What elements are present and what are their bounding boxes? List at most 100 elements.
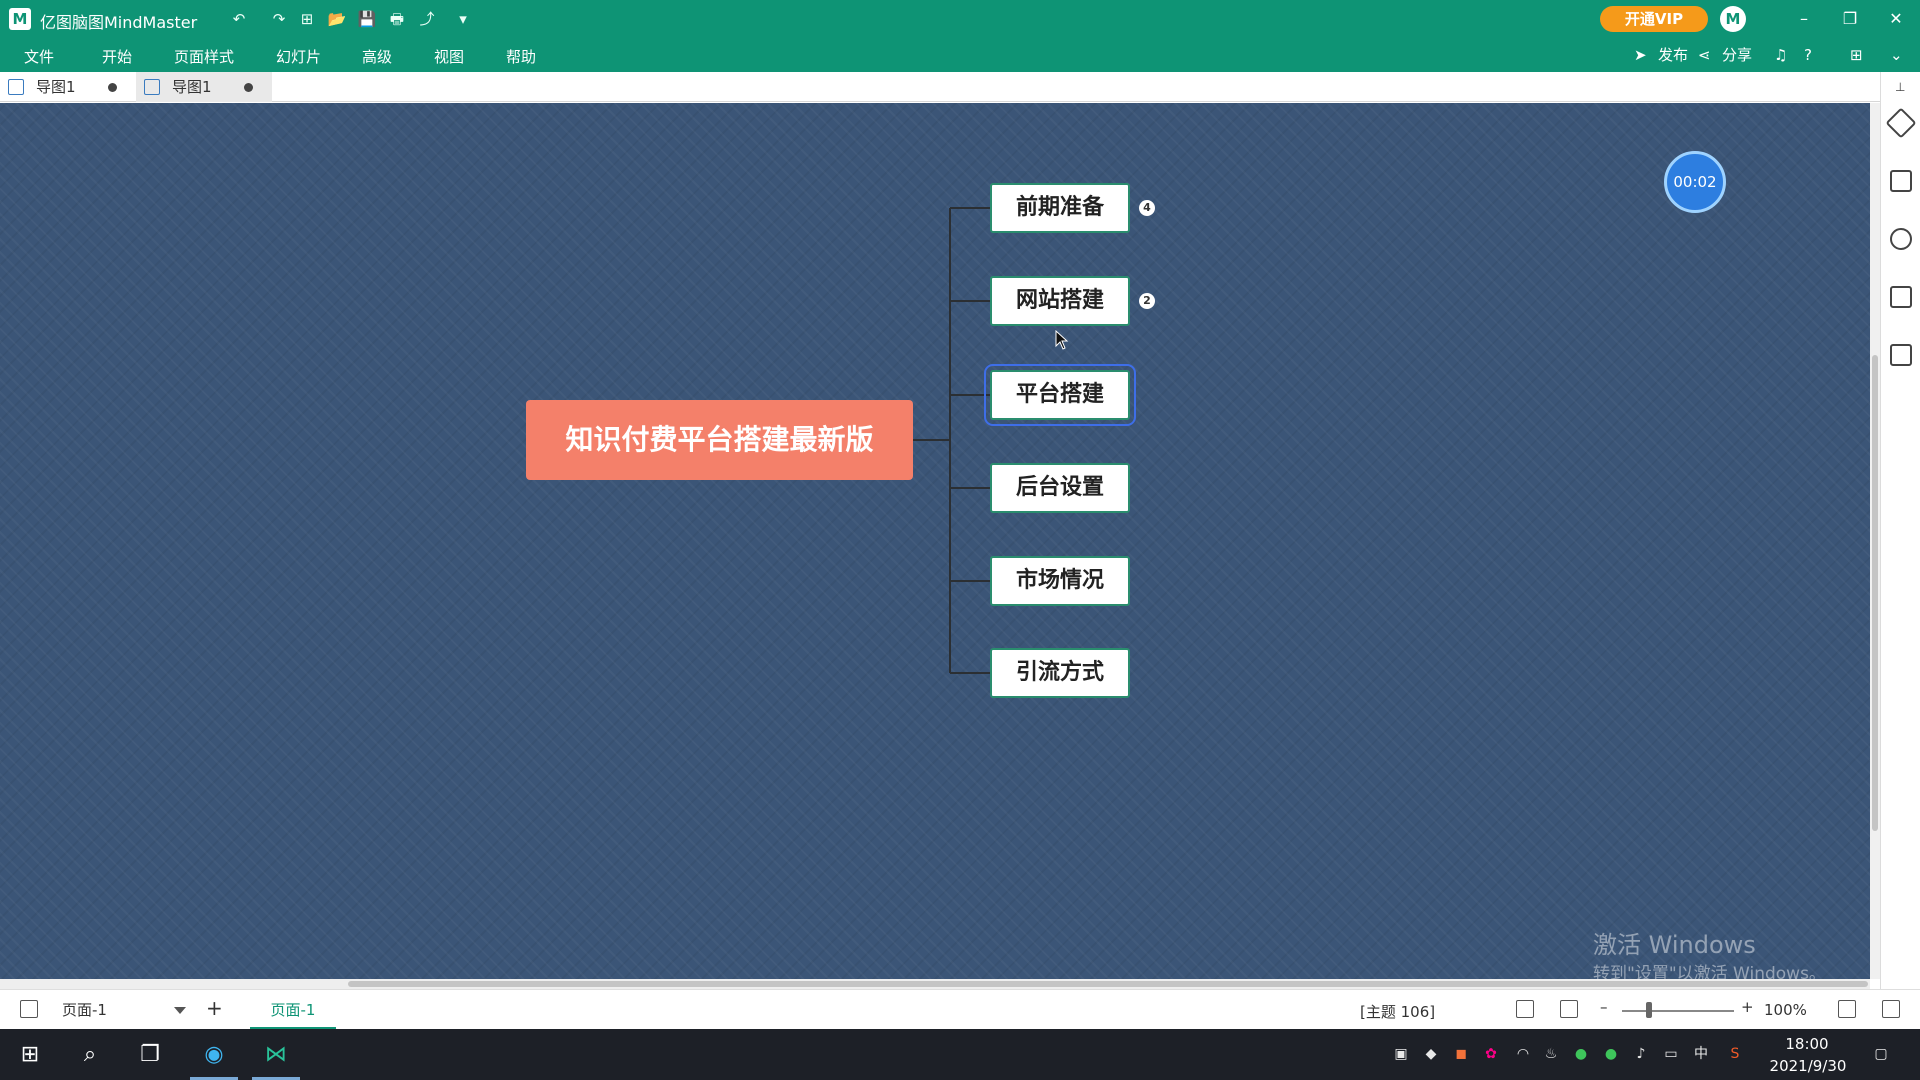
- add-page-button[interactable]: +: [206, 996, 223, 1020]
- mindmap-canvas[interactable]: 知识付费平台搭建最新版 前期准备 4 网站搭建 2 平台搭建 后台设置 市场情况…: [0, 103, 1870, 979]
- topic-count: [主题 106]: [1360, 1003, 1436, 1021]
- title-bar: M 亿图脑图MindMaster ↶ ↷ ⊞ 📂 💾 🖶 ⤴ ▾ 开通VIP M…: [0, 0, 1920, 38]
- unsaved-dot-icon[interactable]: [244, 83, 253, 92]
- right-side-panel: ⊥: [1880, 72, 1920, 989]
- zoom-slider[interactable]: [1622, 1010, 1734, 1012]
- redo-icon[interactable]: ↷: [268, 8, 290, 30]
- topic-platform-building[interactable]: 平台搭建: [984, 364, 1136, 426]
- mindmaster-app-icon[interactable]: ⋈: [252, 1029, 300, 1080]
- open-folder-icon[interactable]: 📂: [326, 8, 348, 30]
- zoom-level[interactable]: 100%: [1764, 1001, 1807, 1019]
- clock-time[interactable]: 18:00: [1774, 1035, 1840, 1053]
- menu-view[interactable]: 视图: [434, 46, 464, 67]
- topic-market-situation[interactable]: 市场情况: [990, 556, 1130, 606]
- collapse-ribbon-icon[interactable]: ⌄: [1890, 44, 1903, 66]
- mindmap-file-icon: [8, 79, 24, 95]
- windows-start-icon[interactable]: ⊞: [6, 1029, 54, 1080]
- undo-icon[interactable]: ↶: [228, 8, 250, 30]
- topic-website-building[interactable]: 网站搭建: [990, 276, 1130, 326]
- menu-page-style[interactable]: 页面样式: [174, 46, 234, 67]
- save-icon[interactable]: 💾: [356, 8, 378, 30]
- status-bar: 页面-1 + 页面-1 [主题 106] – + 100%: [0, 989, 1920, 1030]
- clipart-icon[interactable]: [1890, 228, 1912, 250]
- notification-icon[interactable]: ▢: [1872, 1045, 1890, 1063]
- menu-file[interactable]: 文件: [24, 46, 54, 67]
- tray-app-icon[interactable]: S: [1726, 1045, 1744, 1063]
- search-icon[interactable]: ⌕: [66, 1029, 114, 1080]
- zoom-in-button[interactable]: +: [1741, 998, 1754, 1016]
- document-tab-active[interactable]: 导图1: [136, 72, 272, 102]
- tray-app-icon[interactable]: ♨: [1542, 1045, 1560, 1063]
- bell-icon[interactable]: ♫: [1774, 44, 1787, 66]
- edge-browser-icon[interactable]: ◉: [190, 1029, 238, 1080]
- close-button[interactable]: ✕: [1876, 6, 1916, 32]
- wechat-icon[interactable]: ●: [1572, 1045, 1590, 1063]
- share-button[interactable]: 分享: [1722, 44, 1752, 66]
- minimize-button[interactable]: –: [1784, 6, 1824, 32]
- zoom-out-button[interactable]: –: [1600, 998, 1608, 1016]
- activation-watermark-title: 激活 Windows: [1593, 931, 1756, 959]
- menu-bar: 文件 开始 页面样式 幻灯片 高级 视图 帮助 ➤ 发布 ⋖ 分享 ♫ ? ⊞ …: [0, 38, 1920, 72]
- share-icon[interactable]: ⋖: [1698, 44, 1711, 66]
- menu-slideshow[interactable]: 幻灯片: [276, 46, 321, 67]
- new-file-icon[interactable]: ⊞: [296, 8, 318, 30]
- apps-grid-icon[interactable]: ⊞: [1850, 44, 1863, 66]
- scrollbar-thumb[interactable]: [1872, 355, 1878, 831]
- task-icon[interactable]: [1890, 286, 1912, 308]
- chevron-down-icon: [174, 1007, 186, 1014]
- collapsed-count-badge[interactable]: 2: [1139, 293, 1155, 309]
- fullscreen-icon[interactable]: [1560, 1000, 1578, 1018]
- unsaved-dot-icon[interactable]: [108, 83, 117, 92]
- central-topic[interactable]: 知识付费平台搭建最新版: [526, 400, 913, 480]
- menu-help[interactable]: 帮助: [506, 46, 536, 67]
- scrollbar-thumb[interactable]: [348, 981, 1868, 987]
- topic-traffic-methods[interactable]: 引流方式: [990, 648, 1130, 698]
- menu-start[interactable]: 开始: [102, 46, 132, 67]
- collapse-panel-icon[interactable]: [1882, 1000, 1900, 1018]
- pin-icon[interactable]: ⊥: [1895, 80, 1905, 94]
- network-icon[interactable]: ◠: [1514, 1045, 1532, 1063]
- menu-advanced[interactable]: 高级: [362, 46, 392, 67]
- zoom-slider-thumb[interactable]: [1646, 1002, 1652, 1018]
- vip-button[interactable]: 开通VIP: [1600, 6, 1708, 32]
- restore-button[interactable]: ❐: [1830, 6, 1870, 32]
- document-tab-label: 导图1: [172, 78, 212, 96]
- mouse-cursor-icon: [1055, 330, 1069, 350]
- fit-page-icon[interactable]: [1516, 1000, 1534, 1018]
- document-tab-strip: 导图1 导图1: [0, 72, 1920, 102]
- recording-timer[interactable]: 00:02: [1664, 151, 1726, 213]
- page-tab[interactable]: 页面-1: [250, 990, 336, 1030]
- avatar[interactable]: M: [1720, 6, 1746, 32]
- topic-preparation[interactable]: 前期准备: [990, 183, 1130, 233]
- publish-icon[interactable]: ➤: [1634, 44, 1647, 66]
- outline-icon[interactable]: [1890, 344, 1912, 366]
- clock-date[interactable]: 2021/9/30: [1766, 1057, 1850, 1075]
- topic-backend-settings[interactable]: 后台设置: [990, 463, 1130, 513]
- publish-button[interactable]: 发布: [1658, 44, 1688, 66]
- panel-toggle-icon[interactable]: [20, 1000, 38, 1018]
- tray-app-icon[interactable]: ▣: [1392, 1045, 1410, 1063]
- tray-app-icon[interactable]: ◆: [1422, 1045, 1440, 1063]
- windows-taskbar: ⊞ ⌕ ❐ ◉ ⋈ ▣ ◆ ◼ ✿ ◠ ♨ ● ● ♪ ▭ 中 S 18:00 …: [0, 1029, 1920, 1080]
- print-icon[interactable]: 🖶: [386, 8, 408, 30]
- document-tab-label: 导图1: [36, 78, 76, 96]
- tray-app-icon[interactable]: ◼: [1452, 1045, 1470, 1063]
- ime-indicator[interactable]: 中: [1692, 1045, 1710, 1063]
- collapsed-count-badge[interactable]: 4: [1139, 200, 1155, 216]
- task-view-icon[interactable]: ❐: [126, 1029, 174, 1080]
- help-icon[interactable]: ?: [1804, 44, 1812, 66]
- export-icon[interactable]: ⤴: [416, 8, 438, 30]
- activation-watermark-subtitle: 转到"设置"以激活 Windows。: [1593, 964, 1826, 979]
- volume-icon[interactable]: ♪: [1632, 1045, 1650, 1063]
- fit-window-icon[interactable]: [1838, 1000, 1856, 1018]
- page-select[interactable]: 页面-1: [60, 997, 190, 1023]
- battery-icon[interactable]: ▭: [1662, 1045, 1680, 1063]
- vertical-scrollbar[interactable]: [1870, 103, 1880, 979]
- customize-toolbar-icon[interactable]: ▾: [452, 8, 474, 30]
- horizontal-scrollbar[interactable]: [0, 979, 1870, 989]
- format-brush-icon[interactable]: [1885, 107, 1917, 139]
- mark-icon[interactable]: [1890, 170, 1912, 192]
- tray-app-icon[interactable]: ✿: [1482, 1045, 1500, 1063]
- wechat-icon[interactable]: ●: [1602, 1045, 1620, 1063]
- document-tab[interactable]: 导图1: [0, 72, 136, 102]
